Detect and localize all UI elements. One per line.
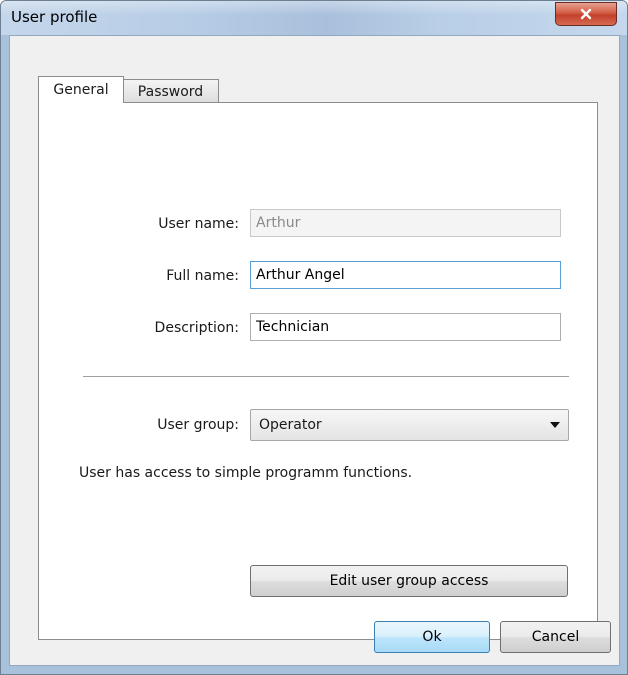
ok-button[interactable]: Ok: [374, 621, 490, 653]
tab-password[interactable]: Password: [122, 79, 219, 103]
close-button[interactable]: [555, 2, 617, 26]
user-name-label: User name:: [158, 216, 239, 232]
window-title: User profile: [11, 8, 98, 26]
description-field[interactable]: Technician: [250, 313, 561, 341]
user-group-label: User group:: [157, 417, 239, 433]
user-name-field: Arthur: [250, 209, 561, 237]
full-name-label: Full name:: [166, 268, 239, 284]
user-group-select[interactable]: Operator: [250, 409, 569, 441]
description-label: Description:: [154, 320, 239, 336]
tab-general[interactable]: General: [38, 76, 124, 103]
user-group-selected: Operator: [259, 417, 322, 433]
close-icon: [580, 8, 592, 20]
dialog-client-area: General Password User name: Arthur Full …: [9, 35, 620, 666]
group-description-text: User has access to simple programm funct…: [79, 465, 413, 481]
user-profile-window: User profile General Password User name:…: [0, 0, 628, 675]
edit-user-group-access-button[interactable]: Edit user group access: [250, 565, 568, 597]
title-bar[interactable]: User profile: [1, 1, 627, 35]
chevron-down-icon: [550, 422, 560, 428]
cancel-button[interactable]: Cancel: [500, 621, 611, 653]
general-tab-panel: User name: Arthur Full name: Arthur Ange…: [38, 102, 598, 640]
full-name-field[interactable]: Arthur Angel: [250, 261, 561, 289]
separator: [83, 376, 569, 378]
